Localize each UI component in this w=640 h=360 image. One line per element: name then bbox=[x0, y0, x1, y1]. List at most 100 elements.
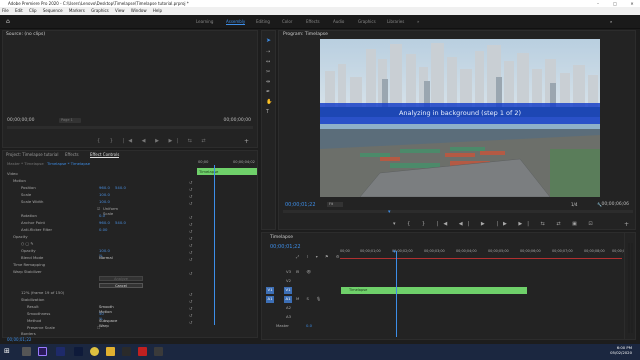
app-taskbar-icon-3[interactable] bbox=[74, 347, 83, 356]
preserve-scale-checkbox[interactable]: ☐ bbox=[97, 325, 100, 330]
program-video-frame[interactable]: Analyzing in background (step 1 of 2) bbox=[320, 39, 600, 197]
track-a1[interactable]: A1 bbox=[284, 296, 292, 303]
ec-row-opacity-group[interactable]: Opacity bbox=[13, 234, 28, 240]
type-tool-icon[interactable]: T bbox=[266, 109, 269, 115]
resolution-select[interactable]: 1/4 bbox=[571, 202, 577, 207]
track-v2[interactable]: V2 bbox=[286, 278, 291, 283]
app-taskbar-icon-8[interactable] bbox=[154, 347, 163, 356]
workspace-learning[interactable]: Learning bbox=[196, 19, 213, 24]
workspace-assembly[interactable]: Assembly bbox=[226, 19, 246, 25]
premiere-taskbar-icon[interactable] bbox=[38, 347, 47, 356]
taskbar-clock[interactable]: 6:00 PM 05/02/2020 bbox=[610, 345, 632, 355]
app-taskbar-icon-7[interactable] bbox=[138, 347, 147, 356]
menu-file[interactable]: File bbox=[2, 8, 9, 13]
menu-graphics[interactable]: Graphics bbox=[91, 8, 109, 13]
app-taskbar-icon-6[interactable] bbox=[122, 347, 131, 356]
ec-row-scale-width[interactable]: Scale Width 100.0 bbox=[21, 199, 110, 205]
timeline-clip-v1[interactable]: Timelapse bbox=[341, 287, 527, 294]
ec-row-scale[interactable]: Scale 100.0 bbox=[21, 192, 110, 198]
ec-row-result[interactable]: Result Smooth Motion bbox=[27, 304, 114, 314]
tab-project[interactable]: Project: Timelapse tutorial bbox=[6, 152, 58, 157]
track-toggle-icons[interactable]: ⊟ 👁 bbox=[296, 269, 314, 274]
taskbar: ⊞ 6:00 PM 05/02/2020 bbox=[0, 344, 640, 360]
ec-row-position[interactable]: Position 960.0 540.0 bbox=[21, 185, 126, 191]
windows-start-icon[interactable]: ⊞ bbox=[4, 347, 10, 355]
track-v1[interactable]: V1 bbox=[284, 287, 292, 294]
source-scrubber[interactable] bbox=[7, 126, 253, 129]
source-transport-controls[interactable]: { } |◀ ◀ ▶ ▶| ⇆ ⇄ bbox=[97, 138, 210, 144]
workspace-effects[interactable]: Effects bbox=[306, 19, 320, 24]
analyze-button[interactable]: Analyze bbox=[99, 276, 143, 281]
timeline-playhead[interactable] bbox=[396, 251, 397, 337]
source-page-select[interactable]: Page 1 bbox=[59, 118, 81, 123]
cancel-button[interactable]: Cancel bbox=[99, 283, 143, 288]
close-button[interactable]: ✕ bbox=[624, 0, 640, 7]
fit-select[interactable]: Fit bbox=[327, 202, 343, 207]
reset-icons[interactable]: ↺ ↺ ↺ ↺ ↺ ↺ ↺ ↺ ↺ ↺ ↺ ↺ ↺ ↺ ↺ ↺ ↺ bbox=[189, 179, 195, 326]
app-taskbar-icon-2[interactable] bbox=[56, 347, 65, 356]
menu-help[interactable]: Help bbox=[153, 8, 162, 13]
source-patch-v1[interactable]: V1 bbox=[266, 287, 274, 294]
ec-row-antiflicker[interactable]: Anti-flicker Filter 0.00 bbox=[21, 227, 107, 233]
uniform-scale-checkbox[interactable]: ☑ bbox=[97, 206, 100, 211]
ec-mask-icons[interactable]: ○ ▢ ✎ bbox=[21, 241, 34, 247]
source-add-button-icon[interactable]: + bbox=[244, 138, 249, 145]
source-patch-a1[interactable]: A1 bbox=[266, 296, 274, 303]
tab-effect-controls[interactable]: Effect Controls bbox=[90, 152, 120, 158]
workspace-audio[interactable]: Audio bbox=[333, 19, 344, 24]
sequence-clip-label[interactable]: Timelapse * Timelapse bbox=[47, 161, 90, 166]
pen-tool-icon[interactable]: ✒ bbox=[266, 89, 270, 95]
ripple-edit-tool-icon[interactable]: ↔ bbox=[266, 59, 270, 65]
slip-tool-icon[interactable]: ⇹ bbox=[266, 79, 270, 85]
program-title: Program: Timelapse bbox=[283, 32, 328, 37]
menu-clip[interactable]: Clip bbox=[29, 8, 37, 13]
ec-row-smoothness[interactable]: Smoothness 50 % bbox=[27, 311, 104, 321]
maximize-button[interactable]: □ bbox=[607, 0, 623, 7]
ec-row-warp-stabilizer[interactable]: Warp Stabilizer bbox=[13, 269, 42, 275]
search-icon[interactable]: ⌕ bbox=[610, 19, 612, 24]
program-add-button-icon[interactable]: + bbox=[624, 221, 629, 228]
tab-effects[interactable]: Effects bbox=[65, 152, 79, 157]
selection-tool-icon[interactable]: ➤ bbox=[266, 37, 271, 44]
menu-window[interactable]: Window bbox=[131, 8, 147, 13]
menu-sequence[interactable]: Sequence bbox=[43, 8, 63, 13]
menu-edit[interactable]: Edit bbox=[15, 8, 23, 13]
ec-row-time-remap[interactable]: Time Remapping bbox=[13, 262, 45, 268]
home-icon[interactable]: ⌂ bbox=[6, 18, 10, 25]
ec-row-rotation[interactable]: Rotation 0.0 bbox=[21, 213, 105, 219]
track-a3[interactable]: A3 bbox=[286, 314, 291, 319]
audio-track-icons[interactable]: M S 🎙 bbox=[296, 296, 324, 301]
master-clip-label[interactable]: Master * Timelapse bbox=[7, 161, 44, 166]
timeline-tools-icons[interactable]: ⤢ ⌇ ▾ ⚑ ⚙ bbox=[296, 254, 342, 259]
track-a2[interactable]: A2 bbox=[286, 305, 291, 310]
hand-tool-icon[interactable]: ✋ bbox=[266, 99, 272, 105]
program-transport-controls[interactable]: ▾ { } |◀ ◀| ▶ |▶ ▶| ⇆ ⇄ ▣ ⊡ bbox=[393, 221, 598, 227]
workspace-editing[interactable]: Editing bbox=[256, 19, 270, 24]
work-area-bar[interactable] bbox=[340, 258, 622, 259]
ec-row-method[interactable]: Method Subspace Warp bbox=[27, 318, 117, 328]
razor-tool-icon[interactable]: ✂ bbox=[266, 69, 270, 75]
ec-row-motion[interactable]: Motion bbox=[13, 178, 26, 184]
program-scrubber[interactable] bbox=[283, 210, 633, 213]
master-track-value[interactable]: 0.0 bbox=[306, 323, 312, 328]
ec-row-anchor[interactable]: Anchor Point 960.0 540.0 bbox=[21, 220, 126, 226]
menu-markers[interactable]: Markers bbox=[69, 8, 85, 13]
minimize-button[interactable]: – bbox=[590, 0, 606, 7]
chrome-taskbar-icon[interactable] bbox=[90, 347, 99, 356]
ec-row-stabilization[interactable]: Stabilization bbox=[21, 297, 44, 303]
file-explorer-taskbar-icon[interactable] bbox=[106, 347, 115, 356]
track-v3[interactable]: V3 bbox=[286, 269, 291, 274]
track-select-tool-icon[interactable]: ⇢ bbox=[266, 49, 270, 55]
search-taskbar-icon[interactable] bbox=[22, 347, 31, 356]
ec-row-blend-mode[interactable]: Blend Mode Normal bbox=[21, 255, 113, 261]
menu-view[interactable]: View bbox=[115, 8, 125, 13]
ec-clip-bar[interactable]: Timelapse bbox=[197, 168, 257, 175]
workspace-graphics[interactable]: Graphics bbox=[358, 19, 376, 24]
timeline-playhead-head-icon[interactable]: ▾ bbox=[393, 249, 396, 255]
workspace-color[interactable]: Color bbox=[282, 19, 292, 24]
program-playhead-icon[interactable]: ▾ bbox=[388, 209, 391, 215]
ec-playhead[interactable] bbox=[214, 165, 215, 325]
ec-row-opacity[interactable]: Opacity 100.0 % bbox=[21, 248, 110, 258]
workspace-overflow-icon[interactable]: » bbox=[417, 19, 419, 24]
workspace-libraries[interactable]: Libraries bbox=[387, 19, 404, 24]
